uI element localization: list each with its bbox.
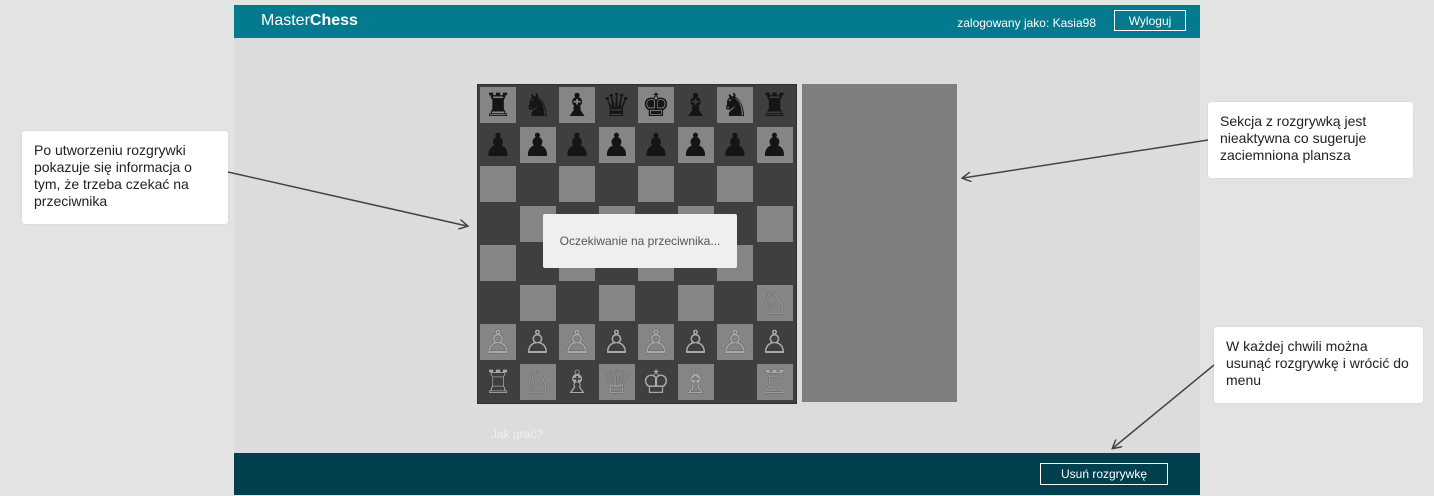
arrow-right-top: [963, 139, 1209, 178]
arrow-left: [227, 171, 467, 226]
arrow-right-bottom: [1113, 364, 1215, 448]
annotation-arrows: [227, 139, 1215, 496]
